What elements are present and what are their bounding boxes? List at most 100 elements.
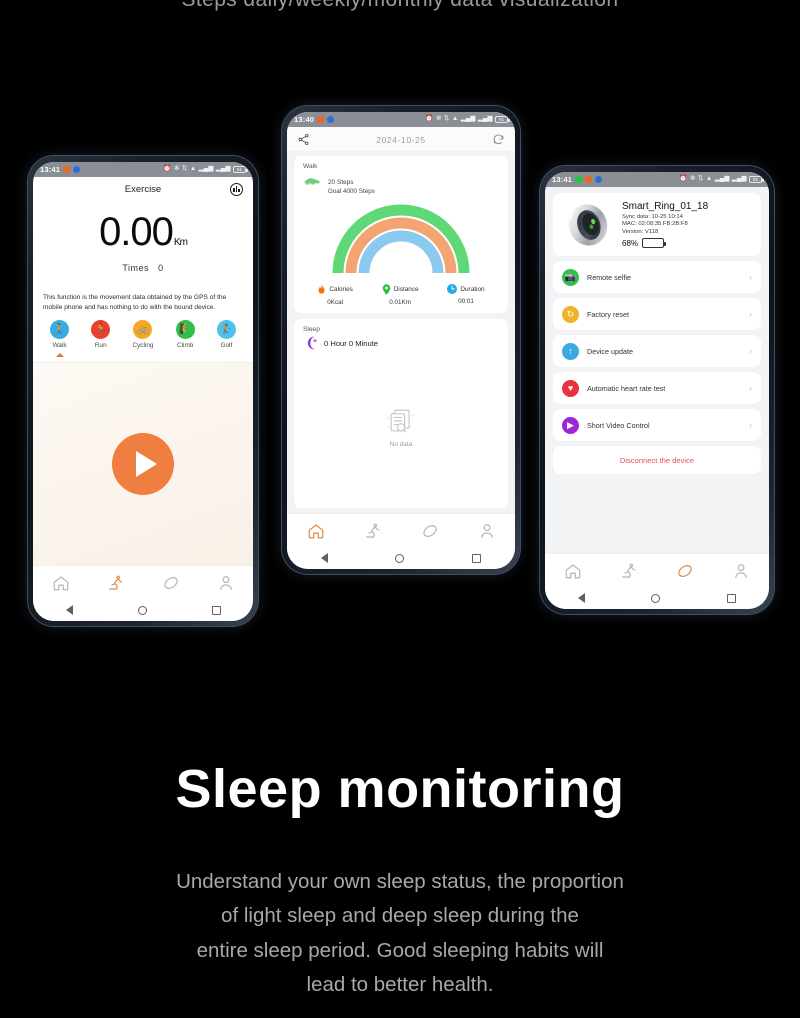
menu-label: Factory reset	[587, 309, 629, 319]
home-circle-icon[interactable]	[395, 553, 405, 563]
stats-row: Calories 0Kcal Distance 0.01Km Duration …	[303, 284, 499, 306]
tab-device[interactable]	[162, 574, 180, 592]
promo-page: Steps daily/weekly/monthly data visualiz…	[0, 0, 800, 1018]
activity-selector: 🚶 Walk 🏃 Run 🚲 Cycling 🧗 Climb 🏌 Golf	[33, 312, 253, 358]
bluetooth-icon: ✻	[689, 175, 696, 183]
play-icon	[136, 451, 157, 478]
times-row: Times 0	[33, 263, 253, 273]
stat-value: 0.01Km	[389, 299, 411, 306]
status-bar: 13:40 ⏰ ✻ ⇅ ▲ ▂▄▆ ▂▄▆ 81	[287, 112, 515, 127]
steps-goal: Goal 4000 Steps	[328, 188, 375, 195]
battery-icon: 81	[233, 166, 248, 173]
menu-device-update[interactable]: ↑ Device update ›	[553, 335, 761, 367]
distance-display: 0.00Km	[33, 212, 253, 252]
video-play-icon: ▶	[562, 416, 579, 434]
recents-icon[interactable]	[472, 553, 482, 563]
menu-heart-rate-test[interactable]: ♥ Automatic heart rate test ›	[553, 372, 761, 404]
wifi-icon: ▲	[451, 115, 459, 123]
tab-device[interactable]	[676, 562, 694, 580]
stat-duration: Duration 00:01	[447, 284, 485, 306]
tab-profile[interactable]	[732, 562, 750, 580]
no-data-label: No data	[389, 441, 413, 448]
chevron-right-icon: ›	[749, 272, 752, 282]
date-label: 2024-10-25	[376, 134, 426, 145]
stat-label: Duration	[460, 285, 485, 293]
subcopy-line: of light sleep and deep sleep during the	[221, 904, 579, 928]
menu-factory-reset[interactable]: ↻ Factory reset ›	[553, 298, 761, 330]
times-value: 0	[158, 263, 164, 273]
recents-icon[interactable]	[726, 593, 736, 603]
disconnect-button[interactable]: Disconnect the device	[553, 446, 761, 474]
alarm-icon: ⏰	[425, 115, 434, 123]
menu-label: Automatic heart rate test	[587, 383, 666, 393]
gps-note: This function is the movement data obtai…	[43, 294, 227, 311]
battery-percent: 68%	[622, 238, 639, 248]
data-speed-icon: ⇅	[181, 165, 188, 173]
back-icon[interactable]	[320, 553, 328, 563]
back-icon[interactable]	[578, 593, 586, 603]
chevron-right-icon: ›	[749, 383, 752, 393]
subcopy-line: Understand your own sleep status, the pr…	[176, 870, 624, 893]
subcopy-line: lead to better health.	[306, 973, 494, 997]
home-circle-icon[interactable]	[137, 605, 147, 615]
no-data-placeholder: No data	[303, 351, 499, 501]
activity-golf[interactable]: 🏌 Golf	[216, 320, 236, 357]
device-info-card: Smart_Ring_01_18 Sync data: 10-25 10:14 …	[553, 193, 761, 256]
share-icon[interactable]	[297, 133, 310, 146]
start-exercise-button[interactable]	[112, 433, 174, 496]
back-icon[interactable]	[65, 605, 73, 615]
activity-cycling[interactable]: 🚲 Cycling	[133, 320, 153, 357]
activity-label: Walk	[52, 342, 67, 350]
activity-walk[interactable]: 🚶 Walk	[50, 320, 70, 358]
home-header: 2024-10-25	[287, 127, 515, 151]
distance-unit: Km	[173, 237, 188, 248]
signal-icon: ▂▄▆	[215, 165, 231, 173]
tab-home[interactable]	[564, 562, 582, 580]
recents-icon[interactable]	[211, 605, 221, 615]
page-subcopy: Understand your own sleep status, the pr…	[70, 865, 730, 1003]
data-speed-icon: ⇅	[443, 115, 450, 123]
alarm-icon: ⏰	[679, 175, 688, 183]
tab-profile[interactable]	[478, 522, 496, 540]
menu-label: Device update	[587, 346, 633, 356]
home-circle-icon[interactable]	[651, 593, 661, 603]
notification-icon	[73, 166, 81, 173]
no-data-icon	[387, 409, 414, 433]
steps-value: 20	[328, 179, 336, 186]
disconnect-label: Disconnect the device	[619, 455, 695, 465]
android-nav-bar	[33, 599, 253, 621]
cycling-icon: 🚲	[133, 320, 153, 340]
refresh-icon[interactable]	[492, 133, 505, 146]
tab-exercise[interactable]	[107, 574, 125, 592]
heartbeat-icon: ♥	[562, 379, 579, 397]
activity-climb[interactable]: 🧗 Climb	[175, 320, 195, 357]
bar-chart-icon[interactable]	[230, 183, 243, 196]
battery-icon	[642, 238, 667, 248]
menu-remote-selfie[interactable]: 📷 Remote selfie ›	[553, 261, 761, 293]
walk-card-label: Walk	[303, 163, 318, 170]
tab-home[interactable]	[52, 574, 70, 592]
tab-home[interactable]	[307, 522, 325, 540]
notification-icon	[317, 116, 325, 123]
clock-icon	[447, 284, 458, 294]
notification-icon	[575, 176, 583, 183]
signal-icon: ▂▄▆	[714, 175, 730, 183]
stat-distance: Distance 0.01Km	[382, 284, 419, 306]
battery-icon: 81	[749, 176, 764, 183]
menu-label: Remote selfie	[587, 272, 631, 282]
sleep-card-label: Sleep	[303, 326, 320, 333]
sleep-duration: 0 Hour 0 Minute	[324, 338, 379, 348]
tab-device[interactable]	[421, 522, 439, 540]
tab-profile[interactable]	[217, 574, 235, 592]
menu-short-video-control[interactable]: ▶ Short Video Control ›	[553, 409, 761, 441]
stat-value: 00:01	[458, 298, 474, 305]
home-content: Walk 20 Steps Goal 4000 Steps Calories 0…	[287, 151, 515, 513]
status-bar: 13:41 ⏰ ✻ ⇅ ▲ ▂▄▆ ▂▄▆ 81	[33, 162, 253, 177]
tab-exercise[interactable]	[620, 562, 638, 580]
top-caption: Steps daily/weekly/monthly data visualiz…	[0, 0, 800, 12]
activity-run[interactable]: 🏃 Run	[91, 320, 111, 357]
battery-icon: 81	[495, 116, 510, 123]
device-mac: MAC: 02:08:35:FB:2B:F8	[622, 221, 688, 227]
steps-unit: Steps	[337, 179, 354, 186]
tab-exercise[interactable]	[364, 522, 382, 540]
